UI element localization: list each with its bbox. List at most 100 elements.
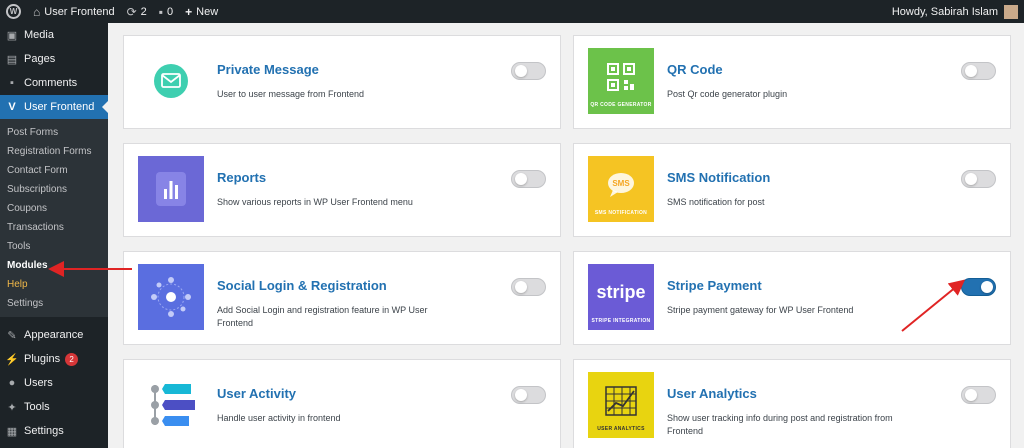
my-account-menu[interactable]: Howdy, Sabirah Islam [891,4,1024,19]
wp-logo-menu[interactable]: W [0,0,27,23]
users-icon: ● [8,377,16,389]
module-toggle-sms-notification[interactable] [961,170,996,188]
plugins-update-badge: 2 [65,352,79,366]
module-thumbnail: stripe STRIPE INTEGRATION [588,264,654,330]
submenu-contact-form[interactable]: Contact Form [0,161,108,180]
plus-icon: + [185,4,193,19]
new-label: New [196,5,219,18]
module-title: Reports [217,170,267,185]
module-toggle-stripe-payment[interactable] [961,278,996,296]
updates-icon: ⟳ [126,4,137,19]
module-toggle-user-analytics[interactable] [961,386,996,404]
module-thumbnail [138,48,204,114]
module-thumbnail: SMS SMS NOTIFICATION [588,156,654,222]
module-card-user-activity: User Activity Handle user activity in fr… [123,359,561,448]
menu-item-plugins[interactable]: ⚡ Plugins 2 [0,347,108,371]
menu-item-label: Appearance [24,329,84,341]
menu-item-label: Settings [24,425,64,437]
modules-grid: Private Message User to user message fro… [108,23,1024,448]
module-title: Social Login & Registration [217,278,387,293]
menu-item-media[interactable]: ▣ Media [0,23,108,47]
menu-item-user-frontend[interactable]: V User Frontend [0,95,108,119]
menu-item-label: Pages [24,53,56,65]
menu-item-pages[interactable]: ▤ Pages [0,47,108,71]
module-thumbnail [138,264,204,330]
comment-icon: ▪ [158,4,164,19]
settings-icon: ▦ [6,425,18,438]
submenu-transactions[interactable]: Transactions [0,218,108,237]
home-icon: ⌂ [33,4,41,19]
menu-item-label: Tools [24,401,50,413]
module-card-social-login: Social Login & Registration Add Social L… [123,251,561,345]
thumbnail-label: QR CODE GENERATOR [590,102,652,108]
module-thumbnail [138,156,204,222]
module-description: Show various reports in WP User Frontend… [217,197,413,207]
module-thumbnail: QR CODE GENERATOR [588,48,654,114]
user-frontend-icon: V [8,101,16,113]
module-toggle-private-message[interactable] [511,62,546,80]
menu-item-label: User Frontend [24,101,95,113]
avatar [1004,4,1018,19]
module-description: Stripe payment gateway for WP User Front… [667,305,854,315]
submenu-registration-forms[interactable]: Registration Forms [0,142,108,161]
module-toggle-social-login[interactable] [511,278,546,296]
module-title: Stripe Payment [667,278,762,293]
module-toggle-reports[interactable] [511,170,546,188]
appearance-icon: ✎ [7,329,17,342]
menu-item-label: Comments [24,77,78,89]
thumbnail-label: SMS NOTIFICATION [594,210,648,216]
pages-icon: ▤ [6,53,18,66]
menu-item-settings[interactable]: ▦ Settings [0,419,108,443]
module-title: QR Code [667,62,723,77]
admin-sidebar: ▣ Media ▤ Pages ▪ Comments V User Fronte… [0,23,108,448]
menu-item-label: Plugins [24,353,61,365]
menu-item-users[interactable]: ● Users [0,371,108,395]
submenu-help[interactable]: Help [0,275,108,294]
submenu-tools[interactable]: Tools [0,237,108,256]
submenu-post-forms[interactable]: Post Forms [0,123,108,142]
module-card-qr-code: QR CODE GENERATOR QR Code Post Qr code g… [573,35,1011,129]
submenu-coupons[interactable]: Coupons [0,199,108,218]
module-description: Post Qr code generator plugin [667,89,788,99]
reports-icon [156,172,186,206]
message-icon [154,64,188,98]
menu-item-label: Users [24,377,53,389]
module-card-sms-notification: SMS SMS NOTIFICATION SMS Notification SM… [573,143,1011,237]
thumbnail-label: USER ANALYTICS [597,426,645,432]
submenu-settings[interactable]: Settings [0,294,108,313]
menu-item-tools[interactable]: ✦ Tools [0,395,108,419]
howdy-greeting: Howdy, Sabirah Islam [891,5,998,18]
comments-link[interactable]: ▪ 0 [153,0,179,23]
updates-count: 2 [140,5,147,18]
module-toggle-qr-code[interactable] [961,62,996,80]
site-name: User Frontend [44,5,115,18]
module-title: User Analytics [667,386,757,401]
module-title: Private Message [217,62,319,77]
module-card-user-analytics: USER ANALYTICS User Analytics Show user … [573,359,1011,448]
svg-text:SMS: SMS [612,179,630,188]
menu-item-comments[interactable]: ▪ Comments [0,71,108,95]
menu-item-label: Media [24,29,54,41]
module-description: SMS notification for post [667,197,765,207]
user-analytics-icon [605,386,637,416]
module-description: Handle user activity in frontend [217,413,341,423]
module-description: Add Social Login and registration featur… [217,305,428,328]
comments-count: 0 [167,5,174,18]
wordpress-logo-icon: W [6,4,21,19]
user-activity-icon [151,384,195,426]
new-content-link[interactable]: + New [179,0,224,23]
module-title: User Activity [217,386,296,401]
module-card-private-message: Private Message User to user message fro… [123,35,561,129]
submenu-subscriptions[interactable]: Subscriptions [0,180,108,199]
thumbnail-label: STRIPE INTEGRATION [591,318,651,324]
module-card-reports: Reports Show various reports in WP User … [123,143,561,237]
module-description: Show user tracking info during post and … [667,413,893,436]
updates-link[interactable]: ⟳ 2 [121,0,153,23]
module-toggle-user-activity[interactable] [511,386,546,404]
admin-bar: W ⌂ User Frontend ⟳ 2 ▪ 0 + New Howdy, S… [0,0,1024,23]
stripe-icon: stripe [596,281,646,302]
submenu-modules[interactable]: Modules [0,256,108,275]
menu-item-appearance[interactable]: ✎ Appearance [0,323,108,347]
site-name-link[interactable]: ⌂ User Frontend [27,0,121,23]
tools-icon: ✦ [7,401,17,414]
